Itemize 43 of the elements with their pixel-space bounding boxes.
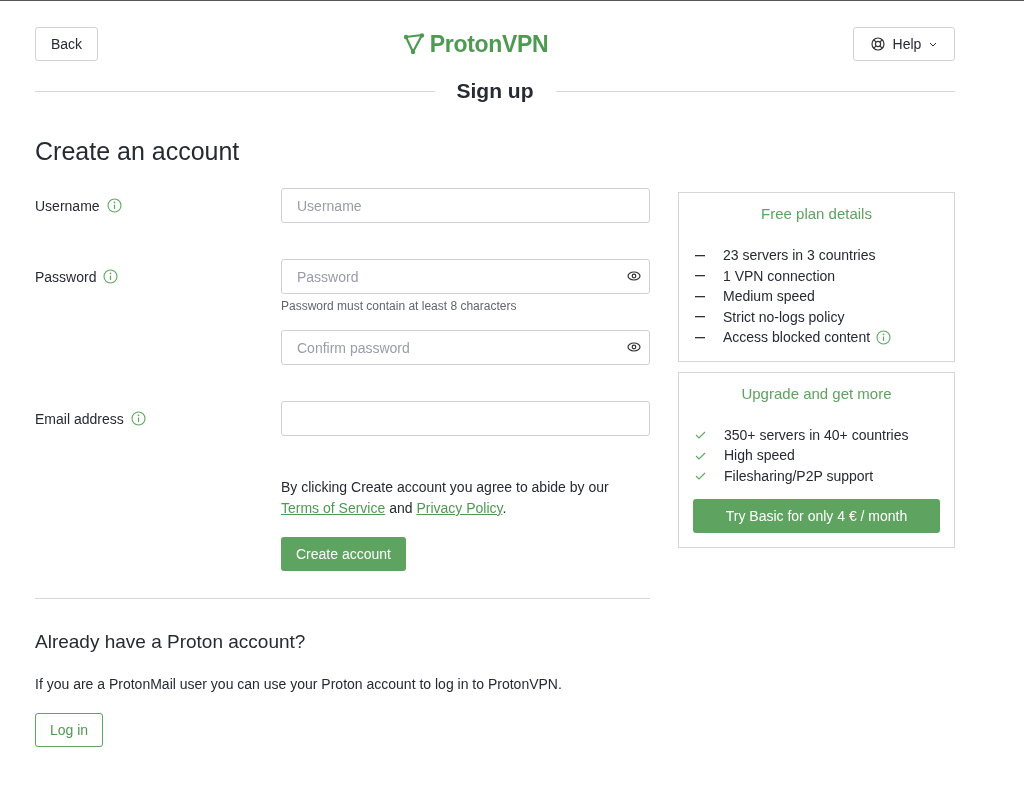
terms-text: By clicking Create account you agree to abide by our Terms of Service and Privacy Policy. — [281, 478, 610, 518]
check-icon — [695, 451, 706, 460]
feature-text: Filesharing/P2P support — [724, 467, 874, 485]
login-text: If you are a ProtonMail user you can use your Proton account to log in to ProtonVPN. — [35, 676, 563, 692]
password-field[interactable]: Confirm password — [281, 330, 650, 365]
logo-text: ProtonVPN — [429, 30, 549, 58]
dash-icon — [695, 254, 705, 257]
check-icon — [695, 472, 706, 481]
terms-link[interactable]: Terms of Service — [281, 500, 386, 516]
login-button[interactable]: Log in — [35, 713, 104, 747]
help-icon — [870, 37, 885, 51]
check-icon — [695, 431, 706, 440]
card-title: Free plan details — [760, 205, 873, 222]
dash-icon — [695, 275, 705, 278]
logo-icon — [402, 33, 425, 55]
back-button[interactable]: Back — [35, 27, 99, 61]
card-title: Upgrade and get more — [740, 384, 893, 402]
hint-text: Password must contain at least 8 characters — [281, 299, 518, 313]
field-label: Password — [35, 268, 97, 285]
page-heading: Sign up — [456, 79, 534, 103]
eye-icon — [627, 271, 641, 281]
caret-icon — [929, 41, 938, 47]
upgrade-button[interactable]: Try Basic for only 4 € / month — [693, 499, 940, 533]
feature-text: 350+ servers in 40+ countries — [724, 426, 909, 444]
feature-text: Medium speed — [723, 288, 815, 306]
feature-text: Access blocked content — [723, 329, 871, 347]
field-label: Email address — [35, 410, 124, 427]
feature-text: Strict no-logs policy — [723, 308, 845, 326]
feature-text: 1 VPN connection — [723, 267, 836, 285]
feature-text: 23 servers in 3 countries — [723, 247, 876, 265]
dash-icon — [695, 336, 705, 339]
form-title: Create an account — [35, 137, 241, 166]
dash-icon — [695, 295, 705, 298]
input-field[interactable] — [281, 401, 650, 436]
field-label: Username — [35, 197, 100, 214]
feature-text: High speed — [724, 447, 795, 465]
input-field[interactable]: Username — [281, 188, 650, 223]
login-heading: Already have a Proton account? — [35, 631, 307, 653]
eye-icon — [627, 342, 641, 352]
create-account-button[interactable]: Create account — [281, 537, 406, 571]
help-button[interactable]: Help — [853, 27, 955, 61]
password-field[interactable]: Password — [281, 259, 650, 294]
dash-icon — [695, 316, 705, 319]
